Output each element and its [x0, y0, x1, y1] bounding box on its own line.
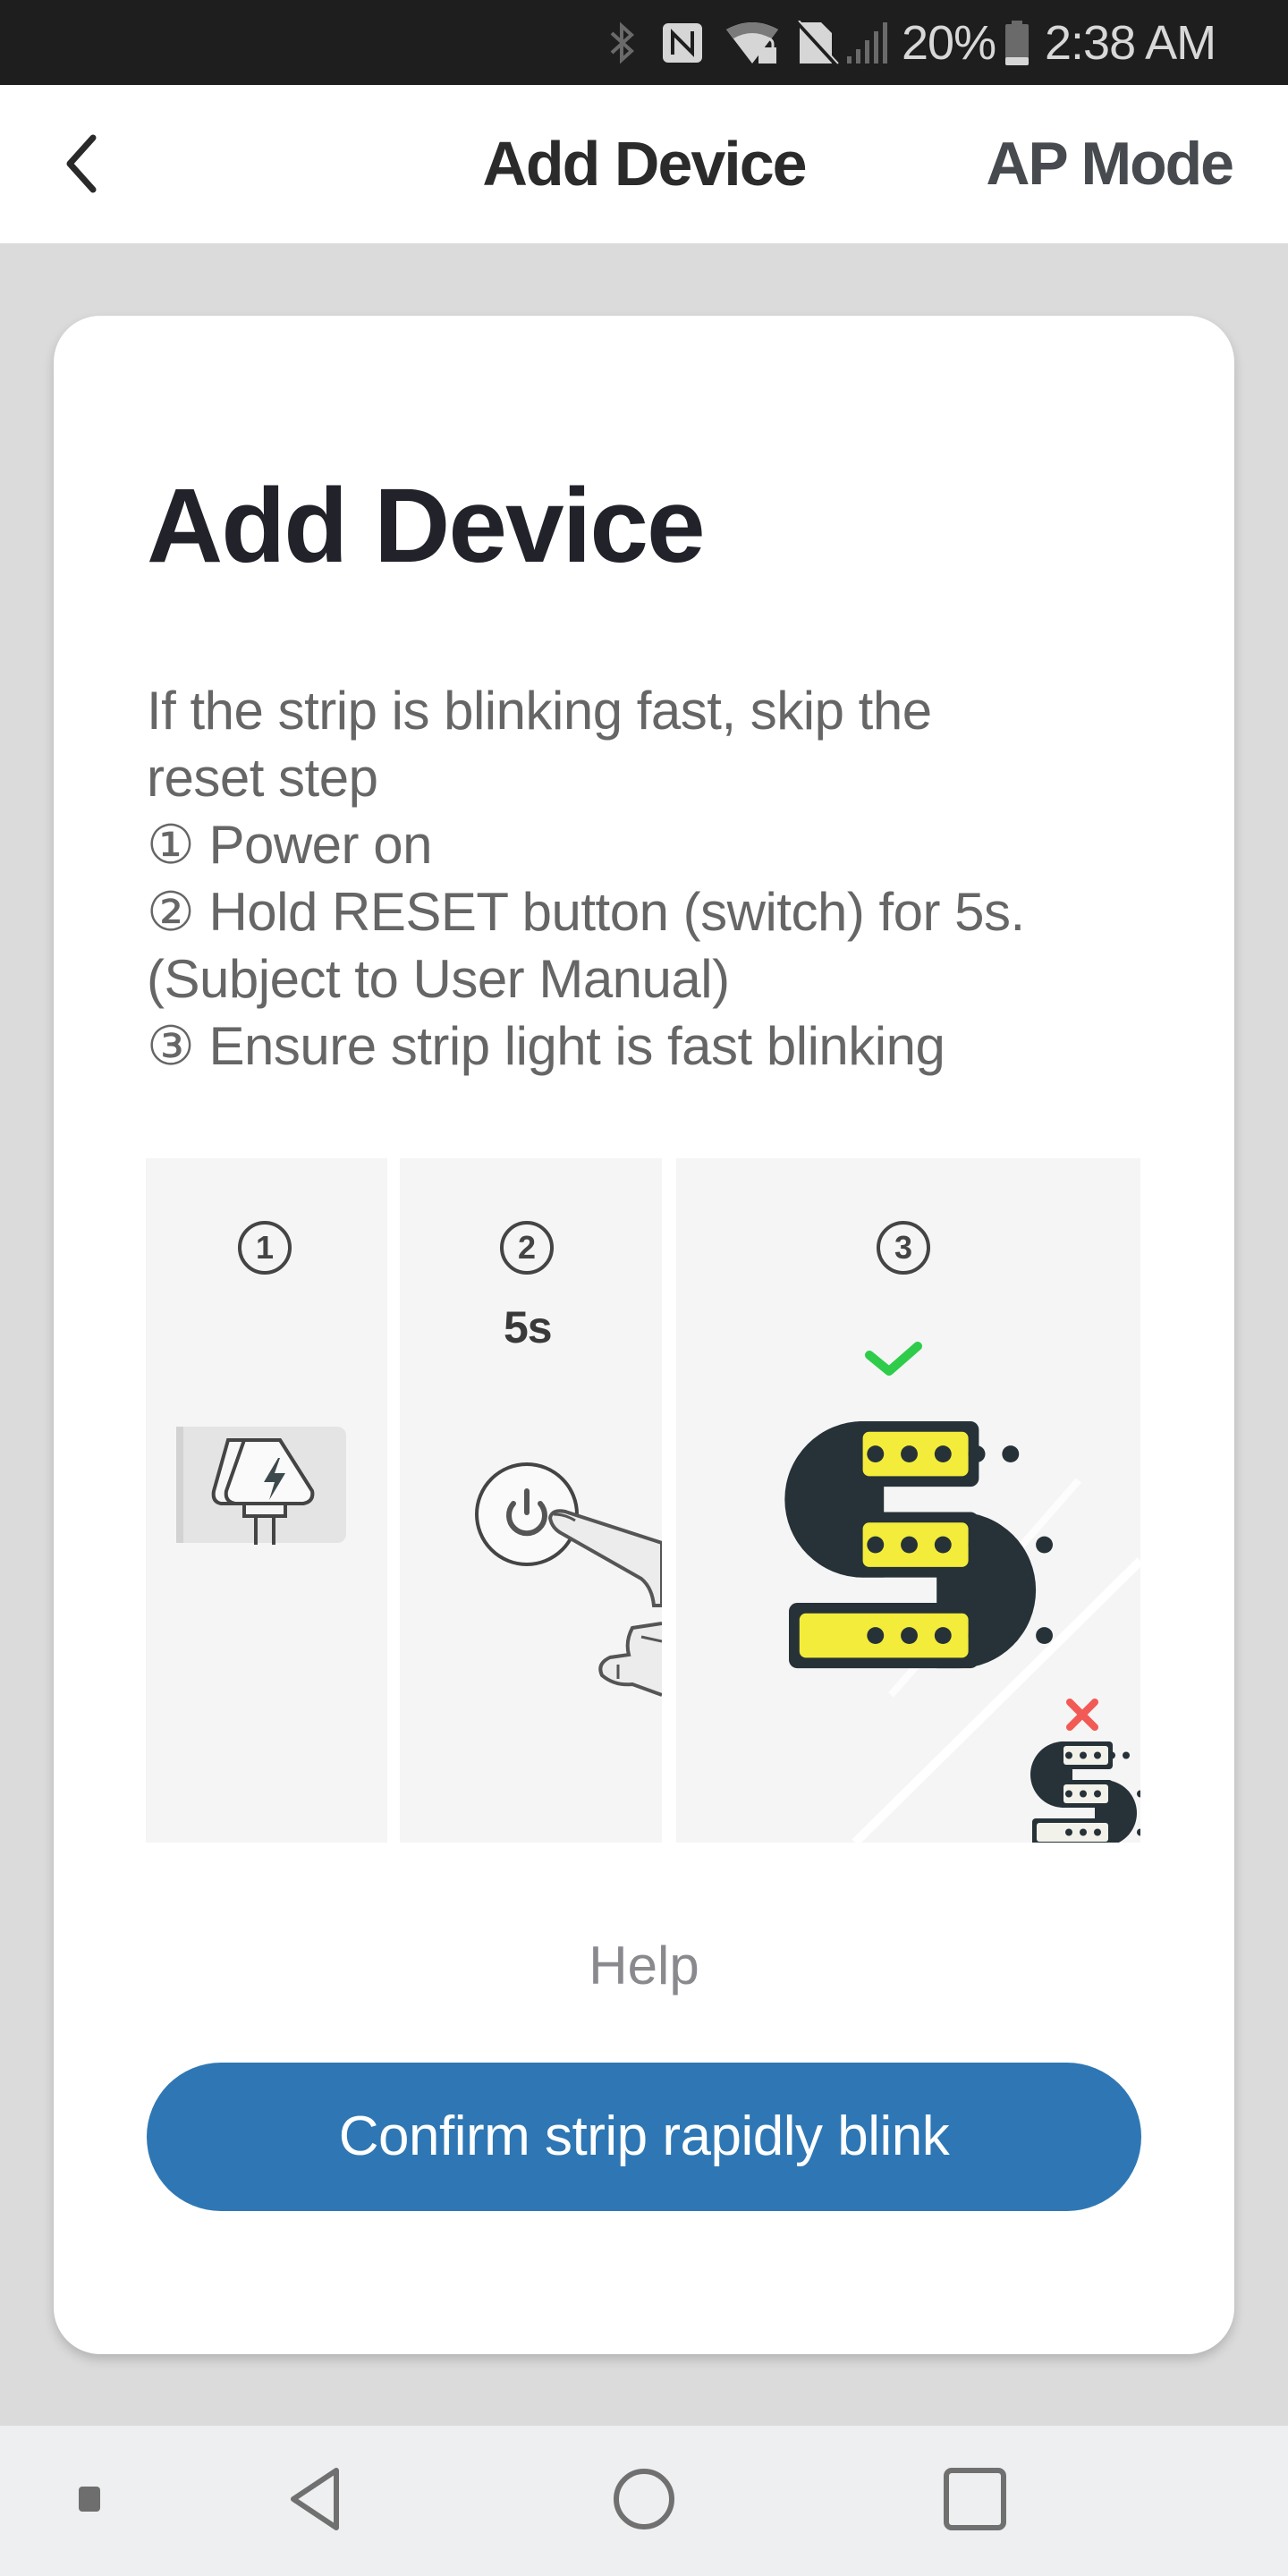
led-dot — [1065, 1790, 1072, 1798]
led-dot — [1094, 1828, 1101, 1836]
checkmark-icon — [865, 1342, 922, 1376]
led-dot — [1123, 1751, 1130, 1759]
led-dot — [1137, 1790, 1140, 1798]
wifi-locked-icon — [724, 0, 787, 85]
led-dot — [968, 1536, 986, 1554]
instruction-step-2: ② Hold RESET button (switch) for 5s. — [147, 882, 1025, 942]
led-dot — [934, 1627, 952, 1644]
led-strip-scene — [784, 1342, 1140, 1843]
led-dot — [1094, 1790, 1101, 1798]
back-triangle-icon — [286, 2467, 349, 2536]
led-dot — [1036, 1536, 1053, 1554]
instruction-line: If the strip is blinking fast, skip the — [147, 681, 932, 741]
power-button-press-icon — [475, 1462, 662, 1697]
status-bar: 20% 2:38 AM — [0, 0, 1288, 85]
nav-menu-button[interactable] — [63, 2426, 116, 2576]
system-nav-bar — [0, 2426, 1288, 2576]
illustration-panel-1: 1 — [146, 1158, 387, 1843]
help-link[interactable]: Help — [54, 1935, 1234, 1996]
led-dot — [1065, 1828, 1072, 1836]
led-dot — [1080, 1790, 1087, 1798]
home-circle-icon — [612, 2467, 676, 2536]
chevron-left-icon — [61, 132, 100, 199]
illustration: 1 2 5s 3 — [146, 1158, 1140, 1843]
led-dot — [1002, 1536, 1020, 1554]
power-plug-icon — [176, 1427, 346, 1545]
led-dot — [968, 1627, 986, 1644]
bluetooth-icon — [608, 0, 635, 85]
battery-percent: 20% — [902, 15, 996, 70]
led-dot — [867, 1445, 885, 1463]
led-dot — [901, 1445, 918, 1463]
led-dot — [1108, 1828, 1115, 1836]
led-dot — [1123, 1790, 1130, 1798]
led-dot — [1137, 1828, 1140, 1836]
nav-back-button[interactable] — [268, 2426, 367, 2576]
led-dot — [1036, 1627, 1053, 1644]
recents-square-icon — [943, 2467, 1007, 2536]
no-sim-icon — [794, 0, 839, 85]
menu-dot-icon — [79, 2486, 100, 2516]
led-dot — [1002, 1627, 1020, 1644]
led-dot — [1108, 1790, 1115, 1798]
ap-mode-button[interactable]: AP Mode — [986, 85, 1234, 243]
illustration-panel-2: 2 5s — [400, 1158, 662, 1843]
card-title: Add Device — [147, 467, 706, 585]
nav-home-button[interactable] — [595, 2426, 693, 2576]
nfc-icon — [662, 0, 703, 85]
app-header: Add Device AP Mode — [0, 85, 1288, 243]
led-dot — [867, 1536, 885, 1554]
led-dot — [1123, 1828, 1130, 1836]
instruction-note: (Subject to User Manual) — [147, 949, 730, 1009]
led-dot — [1108, 1751, 1115, 1759]
illustration-panel-3: 3 — [676, 1158, 1140, 1843]
cross-icon — [1066, 1699, 1098, 1731]
led-dot — [901, 1627, 918, 1644]
add-device-card: Add Device If the strip is blinking fast… — [54, 316, 1234, 2354]
led-dot — [1080, 1828, 1087, 1836]
led-strip-off-icon — [1030, 1741, 1140, 1843]
led-dot — [901, 1536, 918, 1554]
led-dot — [1080, 1751, 1087, 1759]
instructions: If the strip is blinking fast, skip the … — [147, 677, 1175, 1080]
nav-recents-button[interactable] — [926, 2426, 1024, 2576]
clock: 2:38 AM — [1045, 15, 1216, 70]
confirm-blink-button[interactable]: Confirm strip rapidly blink — [147, 2063, 1141, 2211]
instruction-step-1: ① Power on — [147, 815, 432, 875]
instruction-step-3: ③ Ensure strip light is fast blinking — [147, 1016, 945, 1076]
led-dot — [1094, 1751, 1101, 1759]
battery-icon — [1004, 0, 1030, 85]
signal-icon — [845, 0, 890, 85]
back-button[interactable] — [45, 125, 116, 206]
led-dot — [934, 1536, 952, 1554]
instruction-line: reset step — [147, 748, 378, 808]
led-dot — [867, 1627, 885, 1644]
led-dot — [1065, 1751, 1072, 1759]
led-strip-icon — [784, 1421, 1053, 1669]
led-dot — [968, 1445, 986, 1463]
led-dot — [1002, 1445, 1020, 1463]
led-dot — [934, 1445, 952, 1463]
